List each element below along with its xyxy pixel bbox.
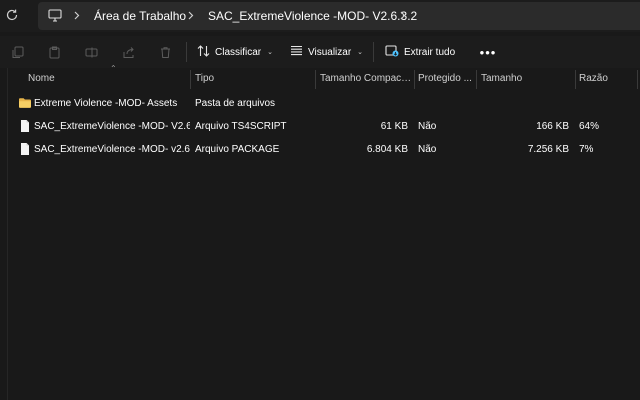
column-header-type[interactable]: Tipo: [195, 73, 310, 84]
column-divider[interactable]: [414, 70, 415, 89]
column-divider[interactable]: [476, 70, 477, 89]
sort-ascending-icon: ⌃: [110, 64, 117, 73]
file-type: Pasta de arquivos: [195, 98, 276, 109]
view-button[interactable]: Visualizar ⌄: [290, 42, 363, 62]
compression-ratio: 64%: [579, 121, 600, 132]
sort-icon: [197, 44, 210, 60]
paste-icon[interactable]: [46, 44, 62, 60]
breadcrumb-desktop[interactable]: Área de Trabalho: [94, 9, 186, 23]
list-item[interactable]: SAC_ExtremeViolence -MOD- V2.6.... Arqui…: [8, 116, 640, 138]
column-divider[interactable]: [190, 70, 191, 89]
file-name: Extreme Violence -MOD- Assets: [34, 98, 178, 109]
delete-icon[interactable]: [157, 44, 173, 60]
column-divider[interactable]: [637, 70, 638, 89]
copy-icon[interactable]: [9, 44, 25, 60]
file-type: Arquivo PACKAGE: [195, 144, 280, 155]
column-header-compressed-size[interactable]: Tamanho Compactado: [320, 73, 413, 84]
list-item[interactable]: Extreme Violence -MOD- Assets Pasta de a…: [8, 93, 640, 115]
sort-label: Classificar: [215, 46, 262, 58]
command-bar: Classificar ⌄ Visualizar ⌄ Extrair tudo …: [0, 36, 640, 68]
column-divider[interactable]: [575, 70, 576, 89]
file-name: SAC_ExtremeViolence -MOD- V2.6....: [34, 121, 190, 132]
chevron-right-icon[interactable]: [70, 7, 84, 23]
file-type: Arquivo TS4SCRIPT: [195, 121, 287, 132]
protected-value: Não: [418, 144, 437, 155]
chevron-down-icon: ⌄: [267, 49, 273, 56]
extract-all-button[interactable]: Extrair tudo: [385, 42, 455, 62]
folder-icon: [18, 96, 32, 110]
file-name: SAC_ExtremeViolence -MOD- v2.6....: [34, 144, 190, 155]
file-size: 7.256 KB: [527, 144, 569, 155]
compressed-size: 6.804 KB: [366, 144, 408, 155]
view-icon: [290, 45, 303, 59]
column-divider[interactable]: [315, 70, 316, 89]
column-header-ratio[interactable]: Razão: [579, 73, 629, 84]
compression-ratio: 7%: [579, 144, 594, 155]
view-label: Visualizar: [308, 46, 352, 58]
column-header-name[interactable]: Nome: [28, 73, 178, 84]
list-item[interactable]: SAC_ExtremeViolence -MOD- v2.6.... Arqui…: [8, 139, 640, 161]
share-icon[interactable]: [120, 44, 136, 60]
file-list: ⌃ Nome Tipo Tamanho Compactado Protegido…: [0, 64, 640, 400]
rename-icon[interactable]: [83, 44, 99, 60]
compressed-size: 61 KB: [380, 121, 408, 132]
navigation-pane-edge[interactable]: [0, 68, 8, 400]
file-icon: [18, 119, 32, 133]
toolbar-divider: [373, 42, 374, 62]
extract-label: Extrair tudo: [404, 46, 456, 58]
chevron-down-icon: ⌄: [357, 49, 364, 56]
column-header-size[interactable]: Tamanho: [481, 73, 571, 84]
address-bar-row: Área de Trabalho SAC_ExtremeViolence -MO…: [0, 0, 640, 32]
breadcrumb-archive[interactable]: SAC_ExtremeViolence -MOD- V2.6.3.2: [208, 9, 417, 23]
toolbar-divider: [186, 42, 187, 62]
file-size: 166 KB: [536, 121, 569, 132]
file-icon: [18, 142, 32, 156]
column-header-row: ⌃ Nome Tipo Tamanho Compactado Protegido…: [8, 64, 640, 90]
sort-button[interactable]: Classificar ⌄: [197, 42, 273, 62]
address-box[interactable]: Área de Trabalho SAC_ExtremeViolence -MO…: [38, 2, 640, 30]
this-pc-icon[interactable]: [48, 9, 62, 25]
refresh-icon[interactable]: [2, 5, 22, 25]
more-options-icon[interactable]: •••: [480, 44, 496, 60]
chevron-right-icon[interactable]: [396, 7, 410, 23]
chevron-right-icon[interactable]: [184, 7, 198, 23]
protected-value: Não: [418, 121, 437, 132]
extract-icon: [385, 44, 399, 60]
column-header-protected[interactable]: Protegido ...: [418, 73, 474, 84]
